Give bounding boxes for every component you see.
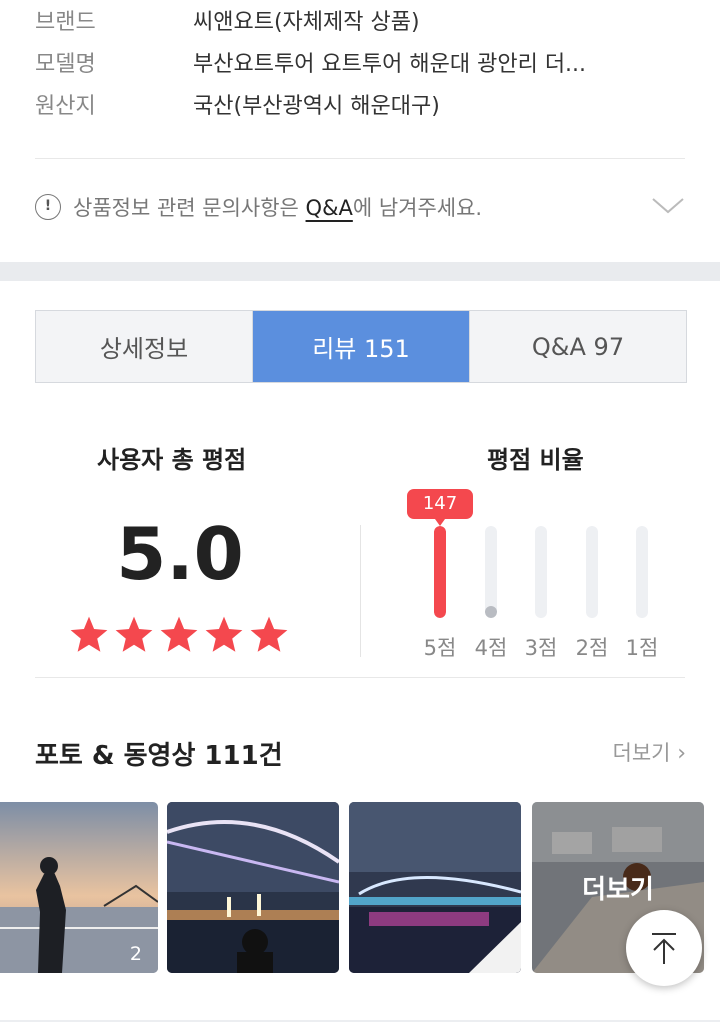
vertical-divider: [360, 525, 361, 657]
star-icon: [250, 616, 288, 652]
star-rating: [68, 614, 290, 656]
tab-qna[interactable]: Q&A 97: [470, 311, 686, 382]
tab-details[interactable]: 상세정보: [36, 311, 253, 382]
star-icon: [115, 616, 153, 652]
chevron-right-icon: ›: [677, 741, 686, 766]
qna-link[interactable]: Q&A: [306, 196, 353, 220]
info-key: 원산지: [35, 94, 96, 119]
divider: [0, 1020, 720, 1022]
photo-thumbnail[interactable]: [349, 802, 521, 973]
rating-ratio-title: 평점 비율: [487, 446, 584, 474]
bar-track: [485, 526, 497, 618]
info-value: 국산(부산광역시 해운대구): [193, 94, 440, 119]
count-badge: 147: [407, 489, 473, 526]
star-icon: [70, 616, 108, 652]
star-icon: [160, 616, 198, 652]
photo-thumbnail[interactable]: [167, 802, 339, 973]
more-photos-link[interactable]: 더보기 ›: [613, 737, 686, 767]
section-separator: [0, 262, 720, 281]
photo-section-title: 포토 & 동영상 111건: [35, 741, 283, 771]
chevron-down-icon[interactable]: [651, 192, 685, 216]
qna-notice[interactable]: ! 상품정보 관련 문의사항은 Q&A에 남겨주세요.: [35, 190, 685, 224]
bar-fill: [434, 526, 446, 618]
tab-bar: 상세정보 리뷰 151 Q&A 97: [35, 310, 687, 383]
average-score: 5.0: [116, 512, 244, 596]
arrow-up-icon: [652, 933, 676, 964]
divider: [35, 158, 685, 159]
info-key: 모델명: [35, 52, 96, 77]
notice-text: 상품정보 관련 문의사항은 Q&A에 남겨주세요.: [73, 196, 483, 220]
total-rating-title: 사용자 총 평점: [97, 446, 247, 474]
info-circle-icon: !: [35, 194, 61, 220]
photo-thumbnail[interactable]: 2: [0, 802, 158, 973]
bar-track: [434, 526, 446, 618]
star-icon: [205, 616, 243, 652]
info-value: 씨앤요트(자체제작 상품): [193, 10, 420, 35]
info-value: 부산요트투어 요트투어 해운대 광안리 더...: [193, 52, 587, 77]
bar-track: [586, 526, 598, 618]
bar-label: 1점: [625, 636, 659, 660]
info-key: 브랜드: [35, 10, 96, 35]
photo-count: 2: [129, 943, 142, 965]
divider: [35, 677, 685, 678]
bar-track: [535, 526, 547, 618]
tab-reviews[interactable]: 리뷰 151: [253, 311, 470, 382]
bar-track: [636, 526, 648, 618]
scroll-to-top-button[interactable]: [626, 910, 702, 986]
bar-fill: [485, 606, 497, 618]
